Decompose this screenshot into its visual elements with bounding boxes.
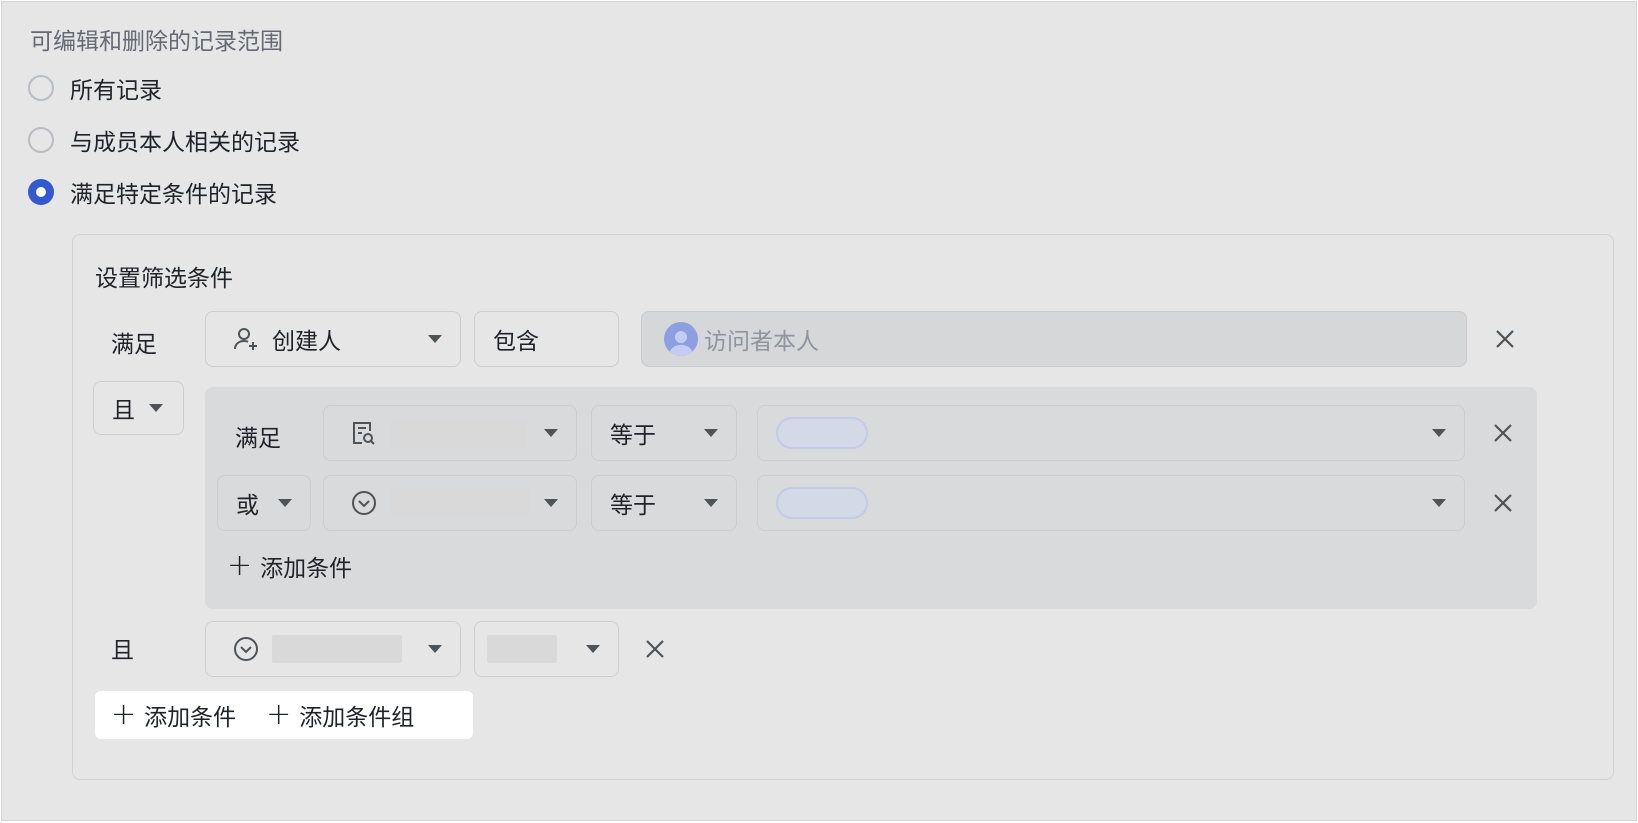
- value-tag: [776, 487, 868, 519]
- plus-icon: +: [227, 548, 253, 583]
- redacted-operator: [487, 635, 557, 663]
- caret-down-icon: [1432, 499, 1446, 507]
- caret-down-icon: [704, 429, 718, 437]
- plus-icon: +: [111, 697, 137, 732]
- redacted-field-name: [390, 419, 526, 447]
- radio-button-checked[interactable]: [28, 179, 54, 205]
- add-actions-bar: + 添加条件 + 添加条件组: [95, 691, 473, 739]
- group-conjunction-or-select[interactable]: 或: [217, 475, 311, 531]
- radio-specific-conditions[interactable]: 满足特定条件的记录: [28, 176, 277, 208]
- conjunction-label: 且: [112, 398, 135, 424]
- field-select-3[interactable]: [205, 621, 461, 677]
- conjunction-and-select[interactable]: 且: [93, 381, 184, 435]
- record-search-icon: [350, 419, 378, 447]
- plus-icon: +: [266, 697, 292, 732]
- add-condition-button[interactable]: + 添加条件: [111, 698, 236, 732]
- row-prefix-label: 且: [111, 638, 134, 664]
- radio-all-records[interactable]: 所有记录: [28, 72, 162, 104]
- add-condition-label: 添加条件: [144, 705, 237, 731]
- caret-down-icon: [544, 499, 558, 507]
- person-add-icon: [232, 325, 260, 353]
- avatar: [664, 322, 698, 356]
- operator-select-3[interactable]: [474, 621, 619, 677]
- close-icon[interactable]: [1491, 325, 1519, 353]
- close-icon[interactable]: [641, 635, 669, 663]
- operator-label: 等于: [610, 423, 656, 449]
- operator-label: 等于: [610, 493, 656, 519]
- value-field-disabled: 访问者本人: [641, 311, 1467, 367]
- radio-button[interactable]: [28, 127, 54, 153]
- redacted-field-name: [272, 635, 402, 663]
- value-tag: [776, 417, 868, 449]
- caret-down-icon: [704, 499, 718, 507]
- radio-button[interactable]: [28, 75, 54, 101]
- radio-member-related[interactable]: 与成员本人相关的记录: [28, 124, 300, 156]
- radio-label: 与成员本人相关的记录: [70, 130, 300, 156]
- group-field-select-2[interactable]: [323, 475, 577, 531]
- radio-label: 满足特定条件的记录: [70, 182, 277, 208]
- caret-down-icon: [428, 335, 442, 343]
- add-group-label: 添加条件组: [299, 705, 415, 731]
- caret-down-icon: [544, 429, 558, 437]
- redacted-field-name: [390, 489, 530, 517]
- radio-label: 所有记录: [70, 78, 162, 104]
- close-icon[interactable]: [1489, 489, 1517, 517]
- caret-down-icon: [1432, 429, 1446, 437]
- group-row-prefix: 满足: [235, 426, 281, 452]
- caret-down-icon: [149, 404, 163, 412]
- group-field-select-1[interactable]: [323, 405, 577, 461]
- circle-chevron-down-icon: [232, 635, 260, 663]
- field-select-creator[interactable]: 创建人: [205, 311, 461, 367]
- value-text: 访问者本人: [704, 329, 819, 355]
- group-value-select-2[interactable]: [757, 475, 1465, 531]
- close-icon[interactable]: [1489, 419, 1517, 447]
- condition-group: 满足 等于 或 等于 + 添加条件: [205, 387, 1537, 609]
- section-title: 可编辑和删除的记录范围: [30, 29, 283, 55]
- caret-down-icon: [278, 499, 292, 507]
- caret-down-icon: [428, 645, 442, 653]
- conjunction-label: 或: [236, 493, 259, 519]
- record-scope-panel: 可编辑和删除的记录范围 所有记录 与成员本人相关的记录 满足特定条件的记录 设置…: [1, 1, 1637, 821]
- group-operator-select-2[interactable]: 等于: [591, 475, 737, 531]
- group-add-condition-button[interactable]: + 添加条件: [227, 549, 352, 583]
- group-value-select-1[interactable]: [757, 405, 1465, 461]
- group-operator-select-1[interactable]: 等于: [591, 405, 737, 461]
- filter-title: 设置筛选条件: [95, 266, 233, 292]
- operator-label: 包含: [493, 329, 539, 355]
- filter-conditions-box: 设置筛选条件 满足 创建人 包含 访问者本人 且 满足 等于 或 等于 + 添加…: [72, 234, 1614, 780]
- operator-contains[interactable]: 包含: [474, 311, 619, 367]
- circle-chevron-down-icon: [350, 489, 378, 517]
- field-name: 创建人: [272, 329, 341, 355]
- caret-down-icon: [586, 645, 600, 653]
- add-condition-group-button[interactable]: + 添加条件组: [266, 698, 414, 732]
- add-condition-label: 添加条件: [260, 556, 353, 582]
- row-prefix-label: 满足: [111, 332, 157, 358]
